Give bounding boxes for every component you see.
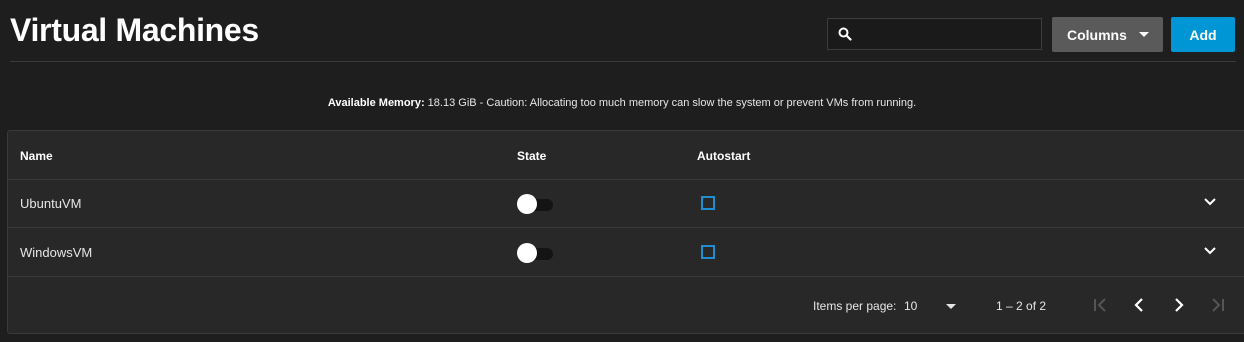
column-header-name[interactable]: Name — [20, 149, 53, 163]
vm-name: UbuntuVM — [20, 196, 82, 211]
columns-button-label: Columns — [1067, 27, 1127, 43]
search-icon — [838, 27, 852, 41]
available-memory-text: 18.13 GiB - Caution: Allocating too much… — [424, 97, 917, 109]
column-header-autostart[interactable]: Autostart — [697, 149, 750, 163]
title-divider — [10, 61, 1236, 62]
previous-page-icon[interactable] — [1129, 295, 1149, 315]
table-row[interactable]: UbuntuVM — [8, 179, 1244, 228]
columns-button[interactable]: Columns — [1052, 17, 1163, 52]
available-memory-label: Available Memory: — [327, 97, 425, 109]
search-input[interactable] — [860, 23, 1040, 47]
items-per-page-label: Items per page: — [813, 299, 897, 313]
caret-down-icon — [1139, 32, 1149, 37]
next-page-icon[interactable] — [1169, 295, 1189, 315]
page-title: Virtual Machines — [10, 12, 259, 48]
add-button[interactable]: Add — [1171, 17, 1235, 52]
search-field[interactable] — [827, 18, 1042, 50]
column-header-state[interactable]: State — [517, 149, 546, 163]
state-toggle[interactable] — [517, 243, 553, 263]
chevron-down-icon[interactable] — [1203, 197, 1217, 207]
table-row[interactable]: WindowsVM — [8, 228, 1244, 277]
autostart-checkbox[interactable] — [701, 245, 715, 259]
available-memory-notice: Available Memory: 18.13 GiB - Caution: A… — [0, 97, 1244, 109]
chevron-down-icon[interactable] — [1203, 246, 1217, 256]
vm-table: Name State Autostart UbuntuVM WindowsVM … — [7, 130, 1244, 334]
state-toggle[interactable] — [517, 194, 553, 214]
vm-name: WindowsVM — [20, 245, 93, 260]
items-per-page-select[interactable]: 10 — [904, 299, 917, 313]
paginator: Items per page: 10 1 – 2 of 2 — [8, 277, 1244, 333]
toggle-knob — [517, 243, 537, 263]
table-header: Name State Autostart — [8, 131, 1244, 180]
page-range-label: 1 – 2 of 2 — [996, 299, 1047, 313]
caret-down-icon[interactable] — [946, 304, 956, 309]
toggle-knob — [517, 194, 537, 214]
autostart-checkbox[interactable] — [701, 196, 715, 210]
first-page-icon[interactable] — [1090, 295, 1110, 315]
last-page-icon[interactable] — [1208, 295, 1228, 315]
